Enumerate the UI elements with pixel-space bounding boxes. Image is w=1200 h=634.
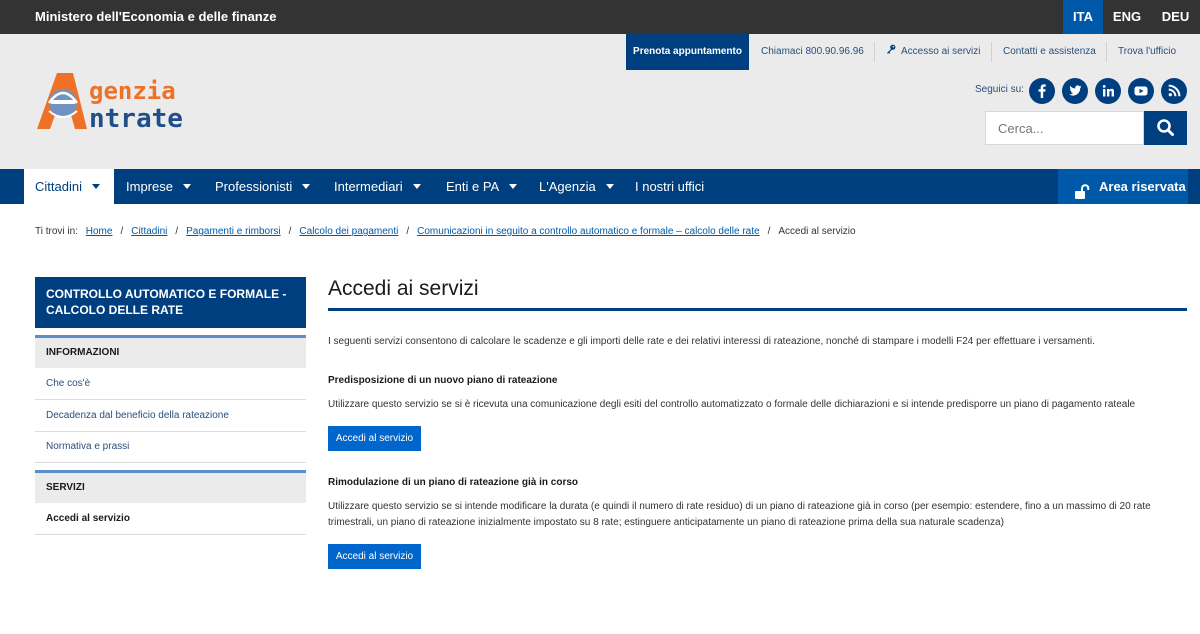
section-title-nuovo-piano: Predisposizione di un nuovo piano di rat…	[328, 375, 558, 386]
breadcrumb-link-cittadini[interactable]: Cittadini	[131, 226, 167, 237]
breadcrumb-link-home[interactable]: Home	[86, 226, 113, 237]
section-text-rimodulazione: Utilizzare questo servizio se si intende…	[328, 501, 1151, 528]
breadcrumb-current: Accedi al servizio	[778, 226, 856, 237]
title-underline	[328, 308, 1187, 311]
sidebar-item-decadenza[interactable]: Decadenza dal beneficio della rateazione	[35, 401, 306, 432]
chevron-down-icon	[91, 184, 100, 190]
nav-label: L'Agenzia	[539, 179, 596, 194]
nav-item-professionisti[interactable]: Professionisti	[215, 169, 311, 204]
breadcrumb-prefix: Ti trovi in:	[35, 226, 78, 237]
chevron-down-icon	[302, 184, 311, 190]
breadcrumb-separator: /	[767, 226, 771, 237]
chevron-down-icon	[605, 184, 614, 190]
search-button[interactable]	[1144, 111, 1187, 145]
breadcrumb-separator: /	[406, 226, 410, 237]
contatti-link[interactable]: Contatti e assistenza	[1003, 34, 1096, 70]
key-icon	[886, 34, 896, 70]
breadcrumb-separator: /	[120, 226, 124, 237]
area-riservata-button[interactable]: Area riservata	[1058, 169, 1188, 204]
breadcrumb-separator: /	[175, 226, 179, 237]
breadcrumb-link-pagamenti[interactable]: Pagamenti e rimborsi	[186, 226, 280, 237]
nav-label: Professionisti	[215, 179, 293, 194]
chevron-down-icon	[509, 184, 518, 190]
accedi-servizio-button-nuovo-piano[interactable]: Accedi al servizio	[328, 426, 421, 451]
language-eng[interactable]: ENG	[1103, 0, 1151, 34]
breadcrumb-link-comunicazioni[interactable]: Comunicazioni in seguito a controllo aut…	[417, 226, 759, 237]
section-title-rimodulazione: Rimodulazione di un piano di rateazione …	[328, 477, 579, 488]
intro-text: I seguenti servizi consentono di calcola…	[328, 336, 1095, 347]
main-navigation: Cittadini Imprese Professionisti Interme…	[0, 169, 1200, 204]
accesso-servizi-link[interactable]: Accesso ai servizi	[886, 34, 980, 70]
nav-item-intermediari[interactable]: Intermediari	[334, 169, 421, 204]
nav-label: Enti e PA	[446, 179, 500, 194]
trova-ufficio-link[interactable]: Trova l'ufficio	[1118, 34, 1176, 70]
chevron-down-icon	[412, 184, 421, 190]
ministry-bar: Ministero dell'Economia e delle finanze …	[0, 0, 1200, 34]
sidebar-item-normativa[interactable]: Normativa e prassi	[35, 432, 306, 463]
divider	[1106, 42, 1107, 62]
youtube-icon[interactable]	[1128, 78, 1154, 104]
nav-item-uffici[interactable]: I nostri uffici	[635, 169, 704, 204]
facebook-icon[interactable]	[1029, 78, 1055, 104]
nav-item-imprese[interactable]: Imprese	[126, 169, 191, 204]
accedi-servizio-button-rimodulazione[interactable]: Accedi al servizio	[328, 544, 421, 569]
page-title: Accedi ai servizi	[328, 277, 479, 300]
language-deu[interactable]: DEU	[1151, 0, 1200, 34]
nav-label: Intermediari	[334, 179, 403, 194]
sidebar-section-informazioni: INFORMAZIONI	[35, 335, 306, 368]
sidebar-section-servizi: SERVIZI	[35, 470, 306, 503]
logo-word-ntrate: ntrate	[89, 104, 183, 131]
chevron-down-icon	[182, 184, 191, 190]
unlock-icon	[1075, 178, 1090, 213]
seguici-label: Seguici su:	[975, 84, 1024, 95]
sidebar-title: CONTROLLO AUTOMATICO E FORMALE - CALCOLO…	[35, 277, 306, 328]
sidebar-item-che-cose[interactable]: Che cos'è	[35, 369, 306, 400]
nav-item-enti-pa[interactable]: Enti e PA	[446, 169, 518, 204]
rss-icon[interactable]	[1161, 78, 1187, 104]
search-icon	[1157, 119, 1174, 136]
nav-label: Imprese	[126, 179, 173, 194]
nav-label: Cittadini	[35, 179, 82, 194]
twitter-icon[interactable]	[1062, 78, 1088, 104]
divider	[874, 42, 875, 62]
chiamaci-link[interactable]: Chiamaci 800.90.96.96	[761, 34, 864, 70]
search-input[interactable]	[985, 111, 1144, 145]
language-ita[interactable]: ITA	[1063, 0, 1103, 34]
nav-label: I nostri uffici	[635, 179, 705, 194]
logo-word-genzia: genzia	[89, 77, 176, 105]
breadcrumb: Ti trovi in: Home / Cittadini / Pagamenti e …	[35, 226, 856, 237]
nav-item-agenzia[interactable]: L'Agenzia	[539, 169, 614, 204]
area-riservata-label: Area riservata	[1099, 179, 1186, 194]
linkedin-icon[interactable]	[1095, 78, 1121, 104]
nav-item-cittadini[interactable]: Cittadini	[24, 169, 114, 204]
breadcrumb-link-calcolo[interactable]: Calcolo dei pagamenti	[299, 226, 398, 237]
accesso-servizi-label: Accesso ai servizi	[901, 46, 981, 57]
divider	[991, 42, 992, 62]
ministry-name[interactable]: Ministero dell'Economia e delle finanze	[35, 9, 276, 24]
agenzia-entrate-logo[interactable]: genzia ntrate	[35, 71, 225, 134]
section-text-nuovo-piano: Utilizzare questo servizio se si è ricev…	[328, 399, 1136, 410]
breadcrumb-separator: /	[288, 226, 292, 237]
sidebar-item-accedi-servizio[interactable]: Accedi al servizio	[35, 504, 306, 535]
site-header: Prenota appuntamento Chiamaci 800.90.96.…	[0, 34, 1200, 169]
prenota-appuntamento-button[interactable]: Prenota appuntamento	[626, 34, 749, 70]
